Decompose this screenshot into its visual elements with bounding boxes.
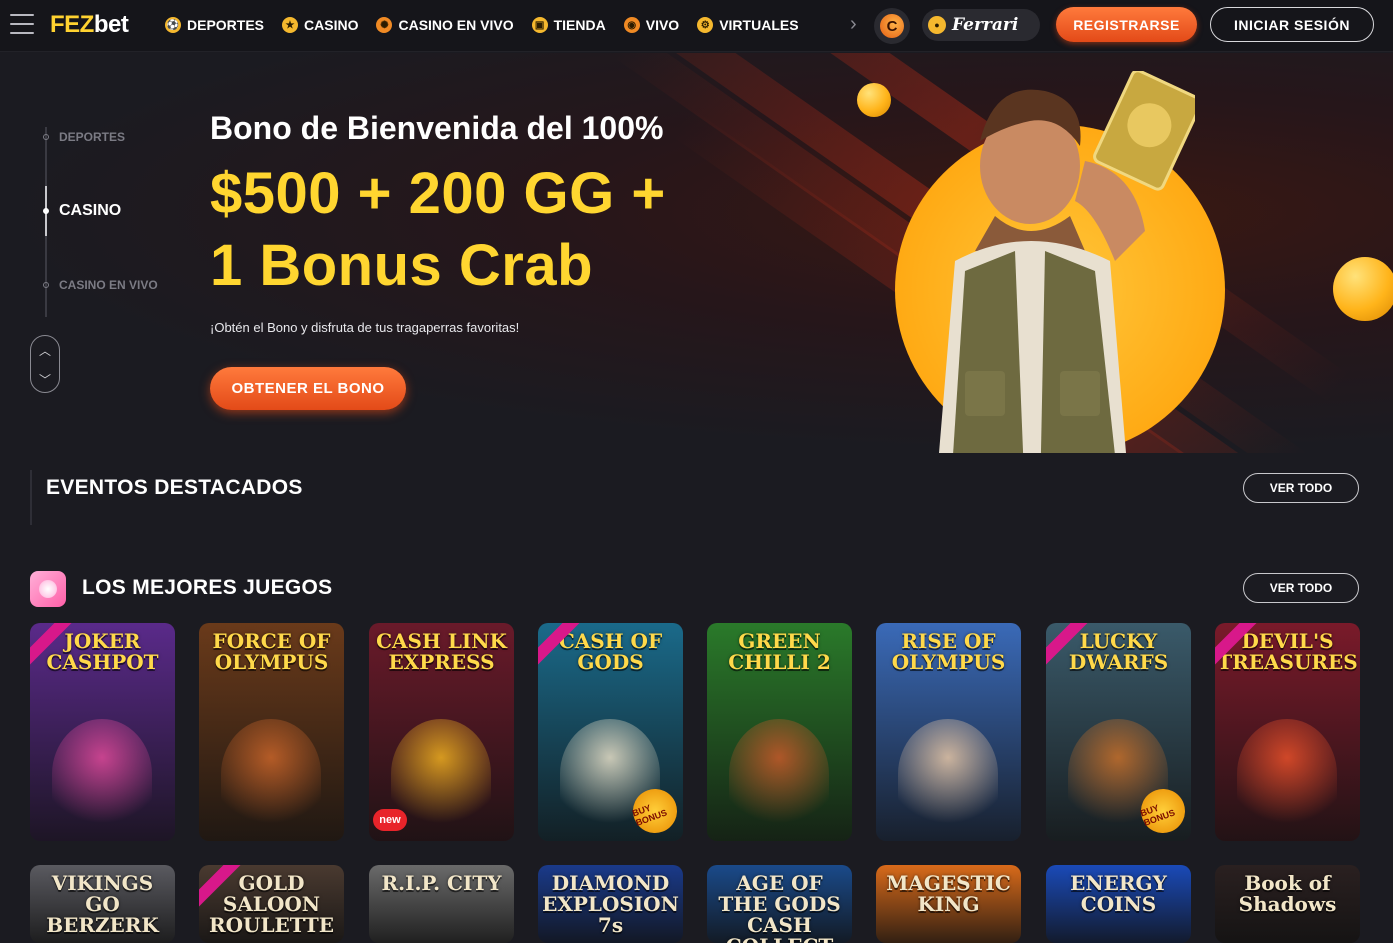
game-title: FORCE OF OLYMPUS: [212, 629, 331, 674]
game-artwork: [391, 719, 491, 829]
game-artwork: [898, 719, 998, 829]
hero-slide-deportes[interactable]: DEPORTES: [59, 130, 125, 144]
best-games-icon: [30, 571, 66, 607]
hero-bonus-line-1: $500 + 200 GG +: [210, 161, 666, 226]
slide-dot[interactable]: [43, 282, 49, 288]
game-tile[interactable]: Book of Shadows: [1215, 865, 1360, 943]
game-title: GREEN CHILLI 2: [728, 629, 831, 674]
main-nav: ⚽ DEPORTES ★ CASINO ✺ CASINO EN VIVO ▣ TIEND…: [165, 0, 799, 50]
game-tile[interactable]: CASH LINK EXPRESS new: [369, 623, 514, 841]
hero-subtitle: ¡Obtén el Bono y disfruta de tus tragape…: [210, 320, 520, 335]
chevron-right-icon[interactable]: ›: [850, 13, 857, 36]
game-tile[interactable]: CASH OF GODS BUY BONUS: [538, 623, 683, 841]
nav-item-vivo[interactable]: ◉ VIVO: [623, 17, 679, 33]
login-button[interactable]: INICIAR SESIÓN: [1210, 7, 1374, 42]
game-artwork: [52, 719, 152, 829]
best-games-title: LOS MEJORES JUEGOS: [82, 576, 333, 599]
game-tile[interactable]: ENERGY COINS: [1046, 865, 1191, 943]
game-tile[interactable]: GREEN CHILLI 2: [707, 623, 852, 841]
shop-icon: ▣: [531, 17, 548, 33]
game-title: RISE OF OLYMPUS: [891, 629, 1006, 674]
game-tile[interactable]: DEVIL'S TREASURES: [1215, 623, 1360, 841]
game-title: MAGESTIC KING: [886, 871, 1011, 916]
fezbet-logo[interactable]: FEZbet: [50, 11, 129, 39]
ferrari-promo[interactable]: ● Ferrari: [922, 9, 1040, 41]
virtual-gear-icon: ⚙: [697, 17, 714, 33]
slide-dot[interactable]: [43, 134, 49, 140]
menu-icon[interactable]: [10, 14, 34, 34]
game-tile[interactable]: GOLD SALOON ROULETTE: [199, 865, 344, 943]
chevron-down-icon[interactable]: ﹀: [31, 365, 59, 394]
game-artwork: [729, 719, 829, 829]
casino-star-icon: ★: [282, 17, 299, 33]
hero-banner: DEPORTES CASINO CASINO EN VIVO ︿ ﹀ Bono …: [0, 53, 1393, 453]
nav-item-virtuales[interactable]: ⚙ VIRTUALES: [697, 17, 799, 33]
game-title: AGE OF THE GODS CASH COLLECT: [718, 871, 841, 943]
game-tile[interactable]: MAGESTIC KING: [876, 865, 1021, 943]
best-games-see-all-button[interactable]: VER TODO: [1243, 573, 1359, 603]
game-title: R.I.P. CITY: [381, 871, 502, 895]
game-artwork: [221, 719, 321, 829]
game-tile[interactable]: LUCKY DWARFS BUY BONUS: [1046, 623, 1191, 841]
new-badge: new: [373, 809, 407, 831]
game-title: CASH LINK EXPRESS: [376, 629, 507, 674]
game-artwork: [1237, 719, 1337, 829]
section-divider: [30, 470, 32, 525]
game-tile[interactable]: FORCE OF OLYMPUS: [199, 623, 344, 841]
nav-item-deportes[interactable]: ⚽ DEPORTES: [165, 17, 264, 33]
hero-slider-controls: ︿ ﹀: [30, 335, 60, 393]
game-title: Book of Shadows: [1238, 871, 1337, 916]
slide-dot-active[interactable]: [43, 208, 49, 214]
game-title: VIKINGS GO BERZERK: [46, 871, 159, 937]
gold-ball: [857, 83, 891, 117]
coin-icon: ●: [928, 16, 946, 34]
nav-item-casino[interactable]: ★ CASINO: [282, 17, 358, 33]
gold-ball: [1333, 257, 1393, 321]
promo-c-icon[interactable]: C: [874, 8, 910, 44]
nav-item-casino-en-vivo[interactable]: ✺ CASINO EN VIVO: [376, 17, 514, 33]
hero-title: Bono de Bienvenida del 100%: [210, 110, 664, 146]
game-tile[interactable]: DIAMOND EXPLOSION 7s: [538, 865, 683, 943]
featured-events-title: EVENTOS DESTACADOS: [46, 476, 303, 499]
roulette-icon: ✺: [376, 17, 393, 33]
hero-slide-casino[interactable]: CASINO: [59, 202, 121, 220]
explorer-character-illustration: [939, 71, 1195, 453]
chevron-up-icon[interactable]: ︿: [31, 336, 59, 365]
game-tile[interactable]: RISE OF OLYMPUS: [876, 623, 1021, 841]
game-title: ENERGY COINS: [1070, 871, 1167, 916]
live-signal-icon: ◉: [623, 17, 640, 33]
game-tile[interactable]: VIKINGS GO BERZERK: [30, 865, 175, 943]
get-bonus-button[interactable]: OBTENER EL BONO: [210, 367, 406, 410]
hero-bonus-line-2: 1 Bonus Crab: [210, 233, 594, 298]
soccer-ball-icon: ⚽: [165, 17, 181, 33]
nav-item-tienda[interactable]: ▣ TIENDA: [531, 17, 606, 33]
featured-events-see-all-button[interactable]: VER TODO: [1243, 473, 1359, 503]
game-tile[interactable]: AGE OF THE GODS CASH COLLECT: [707, 865, 852, 943]
game-title: DIAMOND EXPLOSION 7s: [542, 871, 679, 937]
game-tile[interactable]: JOKER CASHPOT: [30, 623, 175, 841]
top-navigation-bar: FEZbet ⚽ DEPORTES ★ CASINO ✺ CASINO EN VIVO…: [0, 0, 1393, 52]
register-button[interactable]: REGISTRARSE: [1056, 7, 1197, 42]
hero-slide-casino-en-vivo[interactable]: CASINO EN VIVO: [59, 278, 158, 292]
game-tile[interactable]: R.I.P. CITY: [369, 865, 514, 943]
